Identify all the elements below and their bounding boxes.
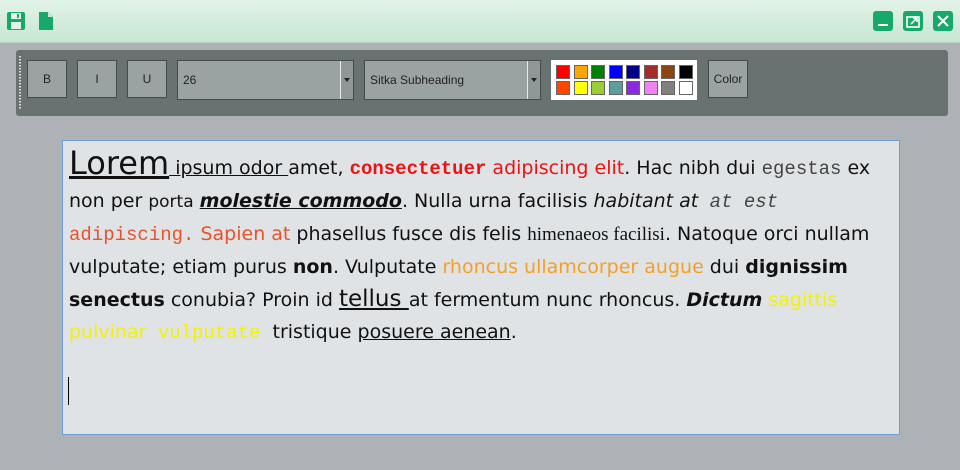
text-run: Dictum [686,289,763,311]
color-swatch[interactable] [661,81,675,95]
text-caret [68,377,69,405]
document-text: Lorem ipsum odor amet, consectetuer adip… [69,147,889,349]
text-run: egestas [761,158,842,180]
text-run: vulputate [146,322,261,344]
format-toolbar: B I U 26 Sitka Subheading Color [16,50,948,116]
font-size-combo[interactable]: 26 [177,60,354,100]
text-run: habitant at [593,190,699,212]
chevron-down-icon[interactable] [527,61,540,99]
color-swatch[interactable] [678,81,693,95]
color-swatch[interactable] [643,81,658,95]
text-run: amet, [288,157,350,179]
italic-button[interactable]: I [77,60,117,98]
text-run: adipiscing elit [486,157,625,179]
bold-button[interactable]: B [27,60,67,98]
text-run: at est [698,191,779,213]
text-run: non [292,256,333,278]
color-swatch[interactable] [556,81,570,95]
color-button[interactable]: Color [708,60,748,98]
toolbar-grip[interactable] [19,56,21,110]
title-bar [0,0,960,43]
save-icon[interactable] [6,11,26,31]
color-swatch[interactable] [591,81,605,95]
text-run: Lorem [69,144,170,182]
color-swatch[interactable] [626,65,640,79]
text-run: adipiscing. [69,224,195,246]
text-run: dui [703,256,746,278]
color-swatch[interactable] [573,65,588,79]
text-run: himenaeos facilisi [527,224,665,245]
underline-button[interactable]: U [127,60,167,98]
color-swatch[interactable] [556,65,570,79]
minimize-icon[interactable] [873,11,893,31]
text-run: conubia? Proin id [164,289,339,311]
close-icon[interactable] [933,11,953,31]
text-run: tristique [260,321,358,343]
text-run: molestie commodo [199,190,402,212]
color-swatch[interactable] [661,65,675,79]
restore-icon[interactable] [903,11,923,31]
text-run: at fermentum nunc rhoncus. [408,289,687,311]
color-swatch[interactable] [678,65,693,79]
text-run: . Nulla urna facilisis [401,190,594,212]
font-size-value: 26 [183,73,197,87]
color-swatch[interactable] [643,65,658,79]
color-swatch[interactable] [608,81,623,95]
color-swatch[interactable] [626,81,640,95]
text-run: tellus [338,286,409,312]
new-document-icon[interactable] [36,11,56,31]
color-swatch[interactable] [573,81,588,95]
text-run: consectetuer [349,158,487,180]
color-swatch[interactable] [591,65,605,79]
rich-text-editor[interactable]: Lorem ipsum odor amet, consectetuer adip… [62,140,900,435]
text-run: . Vulputate [332,256,443,278]
font-family-value: Sitka Subheading [370,73,465,87]
text-run: porta [148,192,194,212]
font-family-combo[interactable]: Sitka Subheading [364,60,541,100]
text-run: phasellus fusce dis felis [290,223,528,245]
text-run: Sapien at [194,223,291,245]
text-run: ipsum odor [169,157,289,179]
color-swatch[interactable] [608,65,623,79]
text-run: posuere aenean [357,321,511,343]
text-run: . Hac nibh dui [624,157,762,179]
chevron-down-icon[interactable] [340,61,353,99]
text-run: . [510,321,517,343]
color-palette [551,60,697,100]
text-run: rhoncus ullamcorper augue [442,256,704,278]
